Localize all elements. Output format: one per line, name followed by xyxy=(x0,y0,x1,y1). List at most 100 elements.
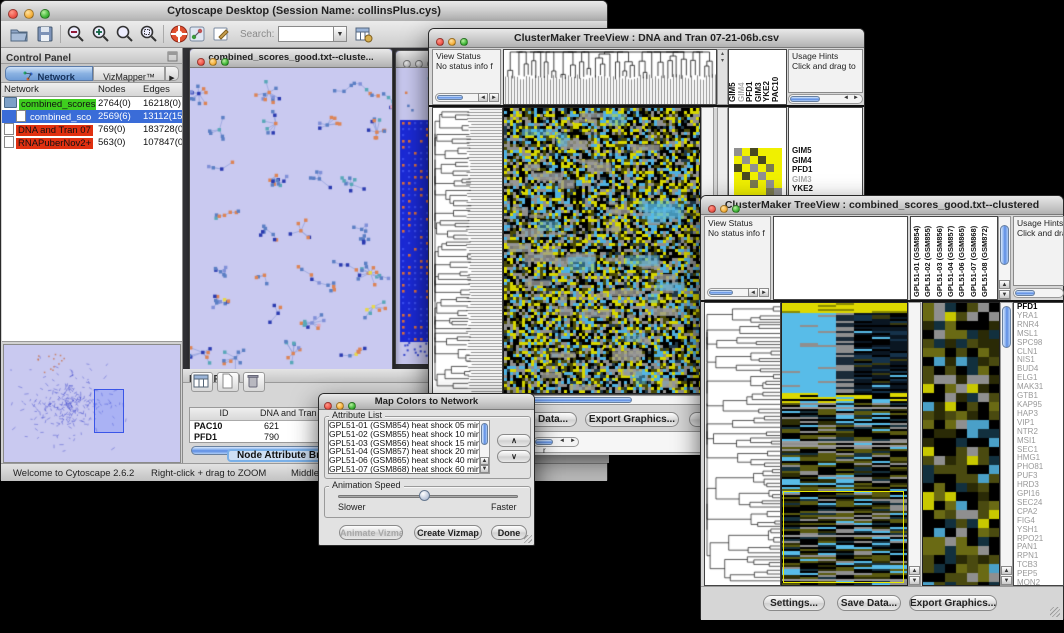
gene-row-label[interactable]: YKE2 xyxy=(789,184,862,194)
close-icon[interactable] xyxy=(436,38,444,46)
scroll-right-icon[interactable]: ► xyxy=(568,438,578,446)
tv1-usage-scrollbar[interactable]: ◄ ► xyxy=(788,94,863,104)
tv2-usage-scrollbar[interactable] xyxy=(1013,288,1064,298)
zoom-window-icon[interactable] xyxy=(460,38,468,46)
attribute-item[interactable]: GPL51-02 (GSM855) heat shock 10 min xyxy=(329,430,479,439)
done-button[interactable]: Done xyxy=(491,525,527,540)
tv2-global-vscrollbar[interactable]: ▲ ▼ xyxy=(908,302,921,586)
edit-network-icon[interactable] xyxy=(211,24,231,44)
overview-canvas[interactable] xyxy=(4,345,180,462)
zoom-out-icon[interactable] xyxy=(66,24,86,44)
network-row[interactable]: DNA and Tran 07769(0)183728(0) xyxy=(2,123,182,136)
array-column-label[interactable]: GPL51-04 (GSM857) xyxy=(947,226,955,297)
tab-vizmapper[interactable]: VizMapper™ xyxy=(93,66,165,81)
save-icon[interactable] xyxy=(35,24,55,44)
scroll-left-icon[interactable]: ◄ xyxy=(557,438,567,446)
tv2-selection-rect[interactable] xyxy=(783,491,904,583)
open-file-icon[interactable] xyxy=(9,24,29,44)
close-icon[interactable] xyxy=(8,9,18,19)
scroll-up-icon[interactable]: ▲ xyxy=(480,457,489,465)
annotation-icon[interactable] xyxy=(187,24,207,44)
gene-column-label[interactable]: PFD1 xyxy=(746,82,754,102)
scroll-up-icon[interactable]: ▲ xyxy=(909,566,920,575)
delete-attribute-icon[interactable] xyxy=(243,372,265,392)
export-graphics-button[interactable]: Export Graphics... xyxy=(909,595,997,611)
resize-grip[interactable] xyxy=(1050,607,1060,617)
attribute-list[interactable]: GPL51-01 (GSM854) heat shock 05 minGPL51… xyxy=(328,420,480,474)
minimize-icon[interactable] xyxy=(24,9,34,19)
minimize-icon[interactable] xyxy=(720,205,728,213)
attribute-item[interactable]: GPL51-03 (GSM856) heat shock 15 min xyxy=(329,439,479,448)
zoom-fit-icon[interactable] xyxy=(115,24,135,44)
treeview1-titlebar[interactable]: ClusterMaker TreeView : DNA and Tran 07-… xyxy=(429,29,864,48)
minimize-icon[interactable] xyxy=(336,402,344,410)
zoom-window-icon[interactable] xyxy=(40,9,50,19)
scroll-right-icon[interactable]: ► xyxy=(851,95,861,103)
array-column-label[interactable]: GPL51-08 (GSM872) xyxy=(981,226,989,297)
scroll-down-icon[interactable]: ▼ xyxy=(480,465,489,473)
animate-vizmap-button[interactable]: Animate Vizmap xyxy=(339,525,403,540)
zoom-selected-icon[interactable] xyxy=(139,24,159,44)
network-row[interactable]: RNAPuberNov2+563(0)107847(0) xyxy=(2,136,182,149)
search-input[interactable] xyxy=(278,26,336,42)
scroll-down-icon[interactable]: ▼ xyxy=(909,576,920,585)
tab-network[interactable]: Network xyxy=(5,66,93,81)
close-icon[interactable] xyxy=(708,205,716,213)
attribute-list-scrollbar[interactable]: ▲ ▼ xyxy=(479,420,490,474)
minimize-icon[interactable] xyxy=(448,38,456,46)
zoom-in-icon[interactable] xyxy=(91,24,111,44)
float-panel-icon[interactable] xyxy=(167,51,178,62)
scroll-left-icon[interactable]: ◄ xyxy=(748,288,758,297)
array-column-label[interactable]: GPL51-01 (GSM854) xyxy=(913,226,921,297)
tv1-column-dendrogram[interactable] xyxy=(503,49,717,105)
col-edges[interactable]: Edges xyxy=(143,83,182,96)
gene-column-label[interactable]: PAC10 xyxy=(772,77,780,102)
scroll-down-icon[interactable]: ▼ xyxy=(1001,576,1012,585)
zoom-window-icon[interactable] xyxy=(732,205,740,213)
scroll-up-icon[interactable]: ▲ xyxy=(999,280,1010,289)
array-column-label[interactable]: GPL51-07 (GSM868) xyxy=(970,226,978,297)
search-dropdown-button[interactable]: ▼ xyxy=(333,26,347,42)
speed-slider-thumb[interactable] xyxy=(419,490,430,501)
zoom-window-icon[interactable] xyxy=(221,58,229,66)
move-down-button[interactable]: ∨ xyxy=(497,450,531,463)
gene-row-label[interactable]: GIM3 xyxy=(789,175,862,185)
overview-viewport-rect[interactable] xyxy=(94,389,124,433)
select-attributes-icon[interactable] xyxy=(191,372,213,392)
tv2-zoom-heatmap[interactable] xyxy=(922,302,1000,586)
close-icon[interactable] xyxy=(403,60,411,68)
network-overview[interactable] xyxy=(3,344,181,463)
tv2-collabels-vscrollbar[interactable]: ▲ ▼ xyxy=(998,216,1011,300)
gene-label[interactable]: MON2 xyxy=(1014,579,1063,586)
new-attribute-icon[interactable] xyxy=(217,372,239,392)
resize-grip[interactable] xyxy=(524,535,532,543)
tv2-global-heatmap[interactable] xyxy=(781,302,908,586)
tv1-mini-heatmap[interactable] xyxy=(734,148,782,196)
main-titlebar[interactable]: Cytoscape Desktop (Session Name: collins… xyxy=(1,1,607,22)
export-graphics-button[interactable]: Export Graphics... xyxy=(585,412,679,427)
zoom-window-icon[interactable] xyxy=(348,402,356,410)
scroll-right-icon[interactable]: ► xyxy=(759,288,769,297)
tab-overflow-button[interactable]: ▶ xyxy=(165,66,179,81)
tv1-heatmap[interactable] xyxy=(503,107,701,394)
scroll-down-icon[interactable]: ▼ xyxy=(999,290,1010,299)
network-view-canvas[interactable] xyxy=(190,68,392,369)
attribute-item[interactable]: GPL51-01 (GSM854) heat shock 05 min xyxy=(329,421,479,430)
minimize-icon[interactable] xyxy=(209,58,217,66)
scroll-left-icon[interactable]: ◄ xyxy=(478,93,488,102)
import-table-icon[interactable] xyxy=(353,24,373,44)
scroll-up-icon[interactable]: ▲ xyxy=(1001,566,1012,575)
network-window-1-titlebar[interactable]: combined_scores_good.txt--cluste... xyxy=(190,49,392,68)
gene-row-label[interactable]: GIM4 xyxy=(789,156,862,166)
help-lifering-icon[interactable] xyxy=(169,24,189,44)
attribute-item[interactable]: GPL51-07 (GSM868) heat shock 60 min xyxy=(329,465,479,474)
gene-column-label[interactable]: GIM5 xyxy=(729,82,737,102)
tv1-splitter-strip[interactable]: ▴▾ xyxy=(717,49,728,105)
minimize-icon[interactable] xyxy=(415,60,423,68)
scroll-right-icon[interactable]: ► xyxy=(489,93,499,102)
network-window-1[interactable]: combined_scores_good.txt--cluste... xyxy=(189,48,393,369)
create-vizmap-button[interactable]: Create Vizmap xyxy=(414,525,482,540)
array-column-label[interactable]: GPL51-06 (GSM865) xyxy=(958,226,966,297)
array-column-label[interactable]: GPL51-02 (GSM855) xyxy=(924,226,932,297)
save-data-button[interactable]: Save Data... xyxy=(837,595,901,611)
